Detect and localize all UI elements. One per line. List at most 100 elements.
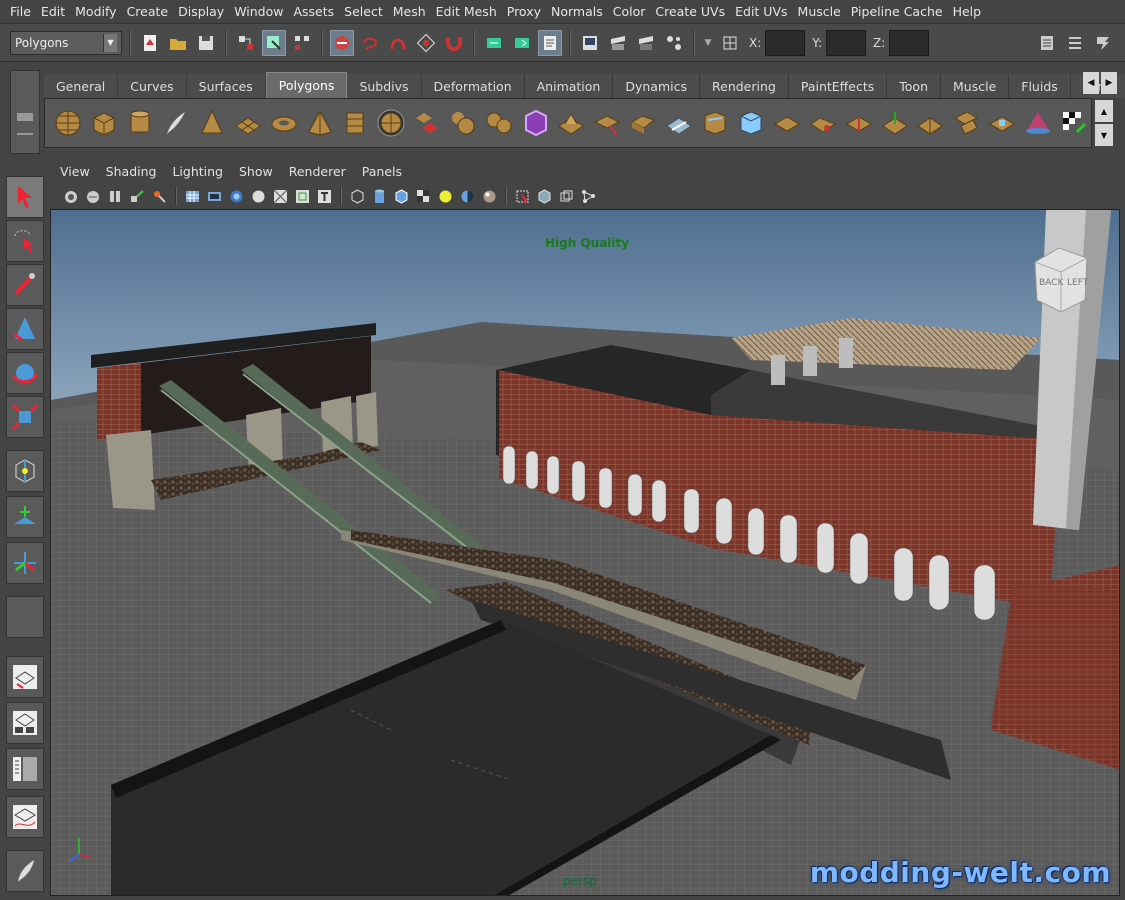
menu-proxy[interactable]: Proxy (505, 4, 549, 19)
smooth-shade-icon[interactable] (370, 187, 389, 206)
menu-mode-selector[interactable]: Polygons ▼ (10, 30, 122, 55)
bookmarks-icon[interactable] (106, 187, 125, 206)
offset-edge-loop-icon[interactable] (734, 103, 768, 143)
y-field[interactable] (826, 29, 867, 56)
tab-prev-icon[interactable]: ◀ (1083, 72, 1099, 94)
menu-display[interactable]: Display (176, 4, 232, 19)
textured-icon[interactable] (414, 187, 433, 206)
save-scene-icon[interactable] (194, 30, 218, 56)
grease-pencil-icon[interactable] (150, 187, 169, 206)
render-settings-icon[interactable] (662, 30, 686, 56)
poly-pyramid-icon[interactable] (303, 103, 337, 143)
paint-select-icon[interactable] (6, 264, 44, 306)
safe-action-icon[interactable] (293, 187, 312, 206)
shelf-scroll-up-icon[interactable]: ▲ (1095, 100, 1113, 122)
channel-box-icon[interactable] (1091, 30, 1115, 56)
select-arrow-icon[interactable] (6, 176, 44, 218)
menu-edit[interactable]: Edit (39, 4, 73, 19)
open-scene-icon[interactable] (166, 30, 190, 56)
menu-window[interactable]: Window (232, 4, 291, 19)
tab-toon[interactable]: Toon (887, 74, 941, 98)
film-gate-icon[interactable] (205, 187, 224, 206)
x-field[interactable] (765, 29, 806, 56)
field-chart-icon[interactable] (271, 187, 290, 206)
gate-mask-icon[interactable] (249, 187, 268, 206)
planar-mapping-icon[interactable] (985, 103, 1019, 143)
menu-normals[interactable]: Normals (549, 4, 611, 19)
snap-curve-icon[interactable] (386, 30, 410, 56)
wedge-icon[interactable] (949, 103, 983, 143)
tab-animation[interactable]: Animation (524, 74, 614, 98)
poly-torus-icon[interactable] (267, 103, 301, 143)
shadows-icon[interactable] (458, 187, 477, 206)
four-view-layout-icon[interactable] (6, 702, 44, 744)
attribute-editor-icon[interactable] (1035, 30, 1059, 56)
poly-cube-icon[interactable] (87, 103, 121, 143)
shelf-scroll-down-icon[interactable]: ▼ (1095, 124, 1113, 146)
tab-painteffects[interactable]: PaintEffects (788, 74, 888, 98)
panel-menu-shading[interactable]: Shading (106, 164, 157, 179)
image-plane-icon[interactable] (128, 187, 147, 206)
bridge-icon[interactable] (590, 103, 624, 143)
poly-cone-icon[interactable] (195, 103, 229, 143)
scale-icon[interactable] (6, 396, 44, 438)
tool-settings-icon[interactable] (1063, 30, 1087, 56)
output-ops-icon[interactable] (510, 30, 534, 56)
move-icon[interactable] (6, 308, 44, 350)
combine-icon[interactable] (410, 103, 444, 143)
camera-attributes-icon[interactable] (62, 187, 81, 206)
outliner-layout-icon[interactable] (6, 748, 44, 790)
tab-general[interactable]: General (44, 74, 119, 98)
tab-fluids[interactable]: Fluids (1009, 74, 1071, 98)
poly-sphere-icon[interactable] (51, 103, 85, 143)
menu-muscle[interactable]: Muscle (796, 4, 849, 19)
select-component-icon[interactable] (290, 30, 314, 56)
shade-wireframe-icon[interactable] (392, 187, 411, 206)
tab-curves[interactable]: Curves (118, 74, 187, 98)
tab-surfaces[interactable]: Surfaces (186, 74, 266, 98)
panel-menu-show[interactable]: Show (239, 164, 273, 179)
menu-assets[interactable]: Assets (291, 4, 342, 19)
uv-mapping-icon[interactable] (1021, 103, 1055, 143)
shelf-menu-handle[interactable] (10, 70, 40, 154)
blank-tool-icon[interactable] (6, 596, 44, 638)
append-polygon-icon[interactable] (626, 103, 660, 143)
tab-deformation[interactable]: Deformation (421, 74, 525, 98)
graph-layout-icon[interactable] (6, 796, 44, 838)
insert-edge-loop-icon[interactable] (698, 103, 732, 143)
select-by-type-icon[interactable] (330, 29, 354, 56)
smooth-icon[interactable] (482, 103, 516, 143)
safe-title-icon[interactable] (315, 187, 334, 206)
menu-color[interactable]: Color (611, 4, 654, 19)
panel-menu-lighting[interactable]: Lighting (172, 164, 223, 179)
menu-edit-mesh[interactable]: Edit Mesh (434, 4, 505, 19)
panel-menu-panels[interactable]: Panels (362, 164, 402, 179)
high-quality-icon[interactable] (480, 187, 499, 206)
lasso-select-icon[interactable] (358, 30, 382, 56)
view-cube[interactable]: BACK LEFT (1029, 244, 1093, 314)
xray-components-icon[interactable] (579, 187, 598, 206)
lights-icon[interactable] (436, 187, 455, 206)
grid-toggle-icon[interactable] (183, 187, 202, 206)
separate-icon[interactable] (446, 103, 480, 143)
collapse-icon[interactable] (914, 103, 948, 143)
poly-cylinder-icon[interactable] (123, 103, 157, 143)
isolate-select-icon[interactable] (513, 187, 532, 206)
bevel-icon[interactable] (770, 103, 804, 143)
maya-feather-icon[interactable] (159, 103, 193, 143)
poly-plane-icon[interactable] (231, 103, 265, 143)
tab-muscle[interactable]: Muscle (941, 74, 1010, 98)
chevron-down-icon[interactable]: ▼ (702, 30, 714, 56)
magnet-icon[interactable] (442, 30, 466, 56)
render-view-icon[interactable] (578, 30, 602, 56)
camera-tools-icon[interactable] (84, 187, 103, 206)
merge-vertices-icon[interactable] (806, 103, 840, 143)
manipulator-icon[interactable] (6, 450, 44, 492)
snap-point-icon[interactable] (414, 30, 438, 56)
new-scene-icon[interactable] (138, 30, 162, 56)
split-polygon-icon[interactable] (662, 103, 696, 143)
perspective-viewport[interactable]: High Quality BACK LEFT persp modding-wel… (50, 209, 1120, 896)
transform-mode-icon[interactable] (718, 30, 742, 56)
show-manipulator-icon[interactable] (6, 542, 44, 584)
menu-help[interactable]: Help (951, 4, 990, 19)
